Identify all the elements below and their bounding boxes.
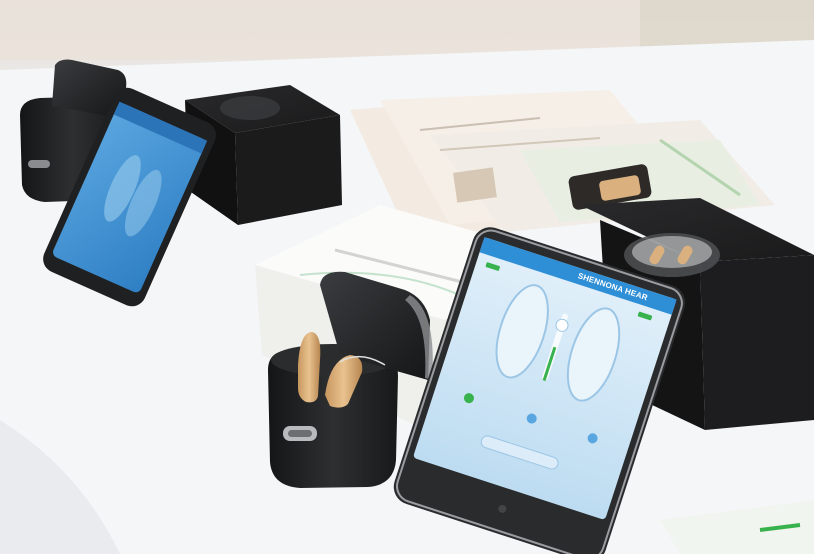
product-display-photo xyxy=(0,0,814,554)
black-box-back-left xyxy=(185,85,342,225)
